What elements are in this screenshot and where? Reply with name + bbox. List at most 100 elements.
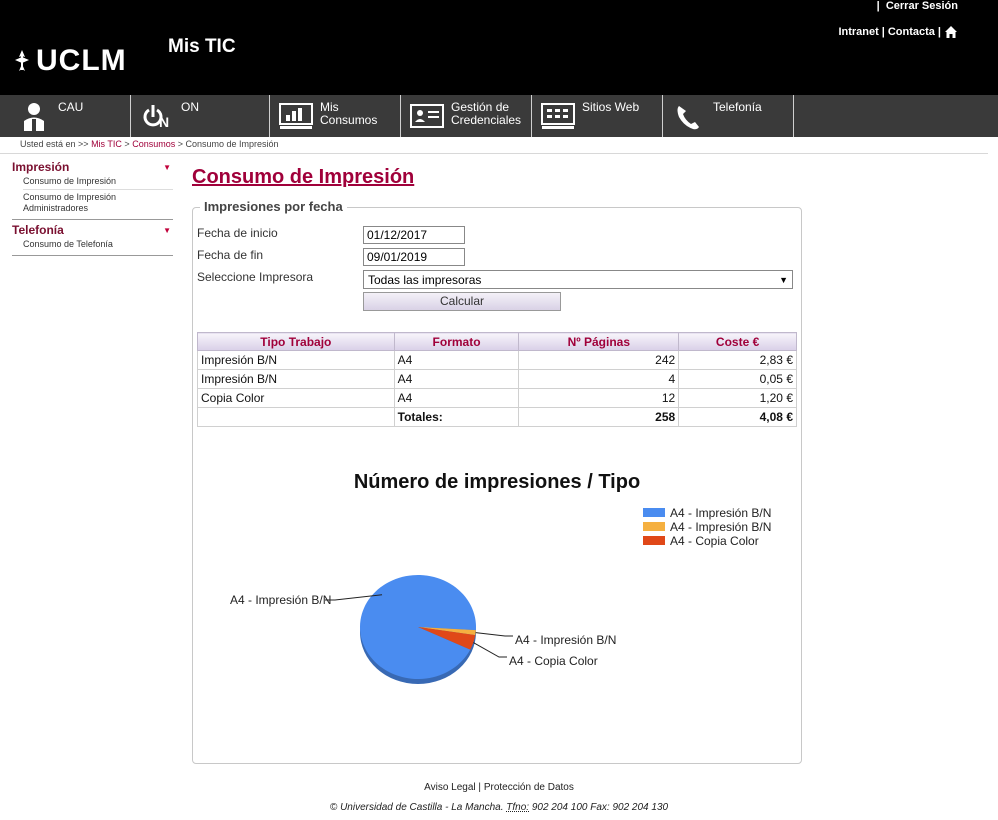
cell-paginas: 242 xyxy=(518,350,680,370)
cell-tipo: Impresión B/N xyxy=(197,350,395,370)
totals-paginas: 258 xyxy=(518,407,680,427)
nav-item-label: Gestión de Credenciales xyxy=(451,100,522,127)
pie-slices xyxy=(360,575,476,684)
cell-paginas: 4 xyxy=(518,369,680,389)
sidebar: Impresión ▼ Consumo de Impresión Consumo… xyxy=(12,160,173,259)
phone-icon xyxy=(677,106,699,130)
table-row: Impresión B/N A4 4 0,05 € xyxy=(197,369,797,389)
contact-numbers: 902 204 100 Fax: 902 204 130 xyxy=(531,802,669,813)
aviso-legal-link[interactable]: Aviso Legal xyxy=(424,782,476,793)
separator: | xyxy=(881,26,885,38)
nav-item-telefonia[interactable]: Telefonía xyxy=(663,95,794,137)
sidebar-link-consumo-impresion[interactable]: Consumo de Impresión xyxy=(23,174,173,190)
app-title: Mis TIC xyxy=(168,36,236,57)
tfno-label: Tfno: xyxy=(506,802,530,813)
nav-item-label: Sitios Web xyxy=(582,100,640,114)
table-header-row: Tipo Trabajo Formato Nº Páginas Coste € xyxy=(197,332,797,351)
nav-item-cau[interactable]: CAU xyxy=(8,95,131,137)
slice-label: A4 - Copia Color xyxy=(509,654,598,668)
cell-formato: A4 xyxy=(393,350,520,370)
legend-label: A4 - Impresión B/N xyxy=(670,520,771,534)
chart-legend: A4 - Impresión B/NA4 - Impresión B/NA4 -… xyxy=(643,506,771,548)
table-row: Impresión B/N A4 242 2,83 € xyxy=(197,350,797,370)
sidebar-heading[interactable]: Telefonía ▼ xyxy=(12,223,173,237)
site-header: UCLM Mis TIC | Cerrar Sesión Intranet | … xyxy=(0,0,998,95)
cell-formato: A4 xyxy=(393,388,520,408)
nav-item-mis-consumos[interactable]: Mis Consumos xyxy=(270,95,401,137)
sidebar-section-impresion: Impresión ▼ Consumo de Impresión Consumo… xyxy=(12,160,173,220)
nav-item-label: Telefonía xyxy=(713,100,762,114)
table-row: Copia Color A4 12 1,20 € xyxy=(197,388,797,408)
browser-window-icon xyxy=(541,103,575,129)
nav-item-label: CAU xyxy=(58,100,84,114)
contacta-link[interactable]: Contacta xyxy=(888,26,935,38)
breadcrumb: Usted está en >> Mis TIC > Consumos > Co… xyxy=(20,139,279,149)
monitor-chart-icon xyxy=(279,103,313,129)
sidebar-section-telefonia: Telefonía ▼ Consumo de Telefonía xyxy=(12,223,173,256)
separator: | xyxy=(876,0,880,12)
column-header: Formato xyxy=(393,332,520,351)
collapse-triangle-icon[interactable]: ▼ xyxy=(163,226,171,235)
column-header: Coste € xyxy=(678,332,797,351)
slice-label: A4 - Impresión B/N xyxy=(230,593,331,607)
nav-item-sitios-web[interactable]: Sitios Web xyxy=(532,95,663,137)
breadcrumb-consumos[interactable]: Consumos xyxy=(132,139,175,149)
logout-link[interactable]: Cerrar Sesión xyxy=(886,0,958,12)
totals-label: Totales: xyxy=(393,407,520,427)
fecha-inicio-input[interactable] xyxy=(363,226,465,244)
page-title: Consumo de Impresión xyxy=(192,166,415,188)
intranet-link[interactable]: Intranet xyxy=(838,26,878,38)
printer-select-value: Todas las impresoras xyxy=(368,272,482,287)
chart-title: Número de impresiones / Tipo xyxy=(354,471,640,493)
nav-item-label: ON xyxy=(181,100,199,114)
impresora-label: Seleccione Impresora xyxy=(197,270,314,284)
breadcrumb-sep: > xyxy=(124,139,130,149)
logo-text: UCLM xyxy=(36,44,127,77)
nav-item-label: Mis Consumos xyxy=(320,100,378,127)
separator: | xyxy=(937,26,941,38)
home-icon[interactable] xyxy=(944,25,958,39)
fecha-inicio-label: Fecha de inicio xyxy=(197,226,278,240)
fieldset-title: Impresiones por fecha xyxy=(200,199,347,214)
dropdown-arrow-icon: ▼ xyxy=(779,274,788,285)
cell-coste: 0,05 € xyxy=(678,369,797,389)
breadcrumb-prefix: Usted está en >> xyxy=(20,139,89,149)
cell-tipo: Impresión B/N xyxy=(197,369,395,389)
footer-copyright: © Universidad de Castilla - La Mancha. T… xyxy=(0,802,998,813)
breadcrumb-mis-tic[interactable]: Mis TIC xyxy=(91,139,122,149)
leader-line xyxy=(475,632,513,637)
nav-item-credenciales[interactable]: Gestión de Credenciales xyxy=(401,95,532,137)
sidebar-heading-label: Impresión xyxy=(12,160,70,174)
legend-label: A4 - Impresión B/N xyxy=(670,506,771,520)
nav-item-on[interactable]: N ON xyxy=(131,95,270,137)
cell-tipo: Copia Color xyxy=(197,388,395,408)
legend-swatch xyxy=(643,536,665,545)
footer-links: Aviso Legal | Protección de Datos xyxy=(0,782,998,793)
calcular-button[interactable]: Calcular xyxy=(363,292,561,311)
totals-coste: 4,08 € xyxy=(678,407,797,427)
sidebar-heading-label: Telefonía xyxy=(12,223,64,237)
cell-coste: 2,83 € xyxy=(678,350,797,370)
sidebar-link-consumo-telefonia[interactable]: Consumo de Telefonía xyxy=(23,237,173,252)
sidebar-link-consumo-impresion-admin[interactable]: Consumo de Impresión Administradores xyxy=(23,190,173,216)
pie-chart: Número de impresiones / Tipo A4 - Impres… xyxy=(230,471,771,684)
main-nav: CAU N ON Mis Consumos Gestión de Credenc… xyxy=(0,95,998,137)
printer-select[interactable]: Todas las impresoras ▼ xyxy=(363,270,793,289)
cell-paginas: 12 xyxy=(518,388,680,408)
fecha-fin-input[interactable] xyxy=(363,248,465,266)
copyright-text: © Universidad de Castilla - La Mancha. xyxy=(329,802,504,813)
person-icon xyxy=(24,103,44,131)
table-totals-row: Totales: 258 4,08 € xyxy=(197,407,797,427)
divider xyxy=(0,153,988,154)
uclm-logo[interactable]: UCLM xyxy=(12,44,127,78)
proteccion-datos-link[interactable]: Protección de Datos xyxy=(484,782,574,793)
consumption-table: Tipo Trabajo Formato Nº Páginas Coste € … xyxy=(197,332,797,427)
column-header: Nº Páginas xyxy=(518,332,680,351)
collapse-triangle-icon[interactable]: ▼ xyxy=(163,163,171,172)
fecha-fin-label: Fecha de fin xyxy=(197,248,264,262)
column-header: Tipo Trabajo xyxy=(197,332,395,351)
cell-coste: 1,20 € xyxy=(678,388,797,408)
cell-formato: A4 xyxy=(393,369,520,389)
cell-empty xyxy=(197,407,395,427)
sidebar-heading[interactable]: Impresión ▼ xyxy=(12,160,173,174)
